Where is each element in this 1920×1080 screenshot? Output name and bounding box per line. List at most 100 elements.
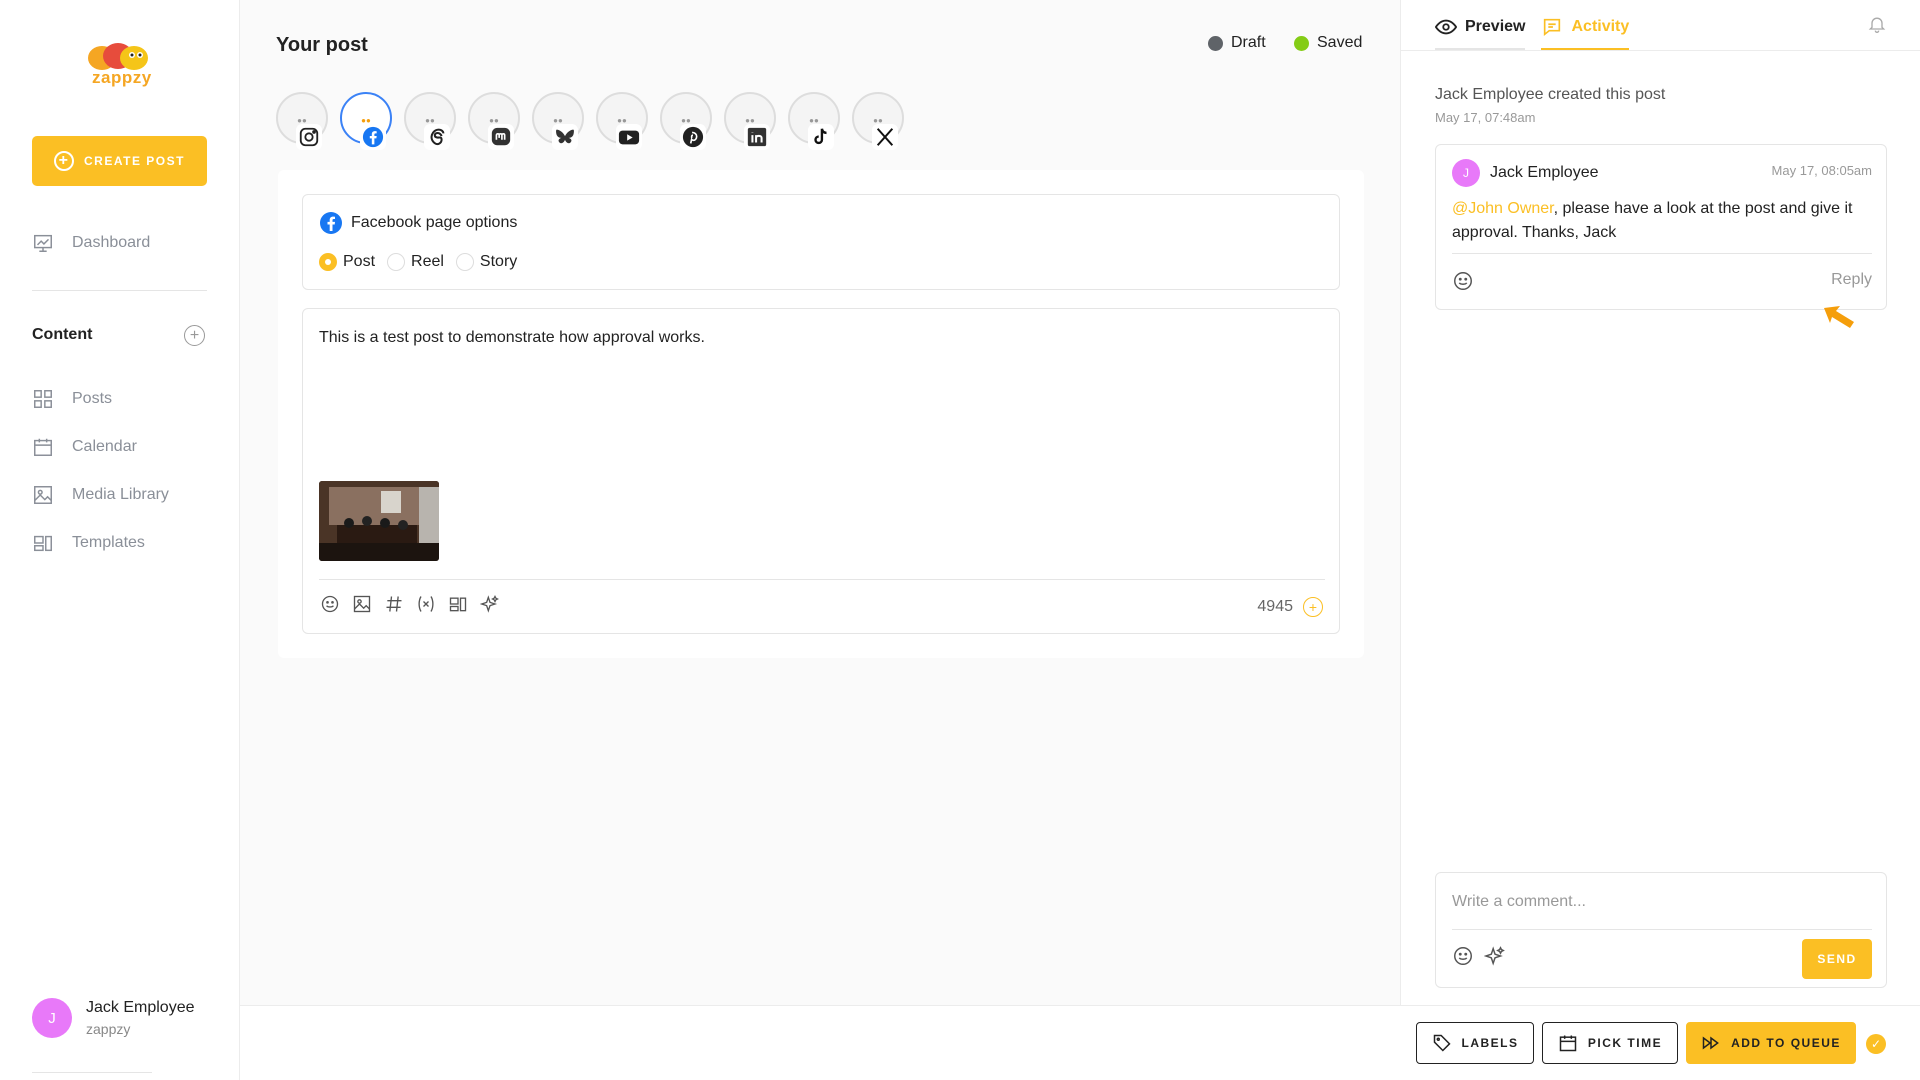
eye-icon [1435, 19, 1457, 35]
channel-mastodon[interactable]: ●● [468, 92, 520, 150]
x-icon [876, 128, 894, 146]
toolbar-divider [319, 579, 1325, 580]
instagram-icon [299, 127, 319, 147]
comment-time: May 17, 08:05am [1771, 163, 1872, 178]
sparkle-ai-icon[interactable] [1484, 945, 1506, 967]
user-name: Jack Employee [86, 999, 195, 1016]
editor-toolbar [319, 593, 501, 615]
variable-icon[interactable] [415, 593, 437, 615]
radio-indicator [387, 253, 406, 271]
labels-button[interactable]: LABELS [1416, 1022, 1534, 1064]
comment-author: Jack Employee [1490, 164, 1599, 181]
sidebar-item-label: Media Library [72, 486, 169, 503]
sidebar-item-posts[interactable]: Posts [32, 388, 112, 410]
sidebar-item-calendar[interactable]: Calendar [32, 436, 137, 458]
youtube-badge [616, 124, 642, 150]
youtube-icon [618, 130, 640, 145]
dashboard-icon [34, 234, 52, 252]
plus-icon: + [54, 151, 75, 171]
facebook-page-options: Facebook page options Post Reel Story [302, 194, 1340, 290]
radio-label: Reel [411, 253, 444, 270]
sidebar: zappzy + CREATE POST Dashboard Content +… [0, 0, 240, 1080]
emoji-icon[interactable] [1452, 270, 1474, 292]
facebook-icon [320, 212, 342, 234]
tab-label: Preview [1465, 18, 1526, 35]
add-to-queue-button[interactable]: ADD TO QUEUE [1686, 1022, 1856, 1064]
saved-dot-icon [1294, 35, 1309, 51]
sidebar-item-dashboard[interactable]: Dashboard [32, 232, 150, 254]
channel-threads[interactable]: ●● [404, 92, 456, 150]
tiktok-icon [814, 128, 827, 145]
bell-icon[interactable] [1867, 14, 1887, 34]
bluesky-icon [556, 129, 574, 144]
composer-divider [1452, 929, 1872, 930]
status-label: Saved [1317, 34, 1363, 51]
sidebar-item-templates[interactable]: Templates [32, 532, 145, 554]
post-editor-card: Facebook page options Post Reel Story Th… [278, 170, 1364, 658]
bluesky-badge [552, 124, 578, 150]
pointer-arrow-icon [1824, 306, 1854, 328]
channel-tiktok[interactable]: ●● [788, 92, 840, 150]
pick-time-button[interactable]: PICK TIME [1542, 1022, 1678, 1064]
status-saved: Saved [1294, 34, 1362, 52]
comment-icon [1544, 18, 1561, 37]
channel-youtube[interactable]: ●● [596, 92, 648, 150]
status-draft: Draft [1208, 34, 1266, 52]
fast-forward-icon [1702, 1036, 1720, 1050]
create-post-button[interactable]: + CREATE POST [32, 136, 207, 186]
sidebar-item-label: Templates [72, 534, 145, 551]
comment-input[interactable] [1452, 887, 1872, 917]
channel-facebook[interactable]: ●● [340, 92, 392, 150]
user-profile[interactable]: J Jack Employee zappzy [32, 998, 195, 1038]
tab-activity[interactable]: Activity [1541, 16, 1630, 50]
comment-divider [1452, 253, 1872, 254]
radio-story[interactable]: Story [455, 253, 517, 271]
channel-x[interactable]: ●● [852, 92, 904, 150]
reply-button[interactable]: Reply [1831, 271, 1872, 289]
comment-composer: SEND [1435, 872, 1887, 988]
channel-instagram[interactable]: ●● [276, 92, 328, 150]
page-title: Your post [276, 34, 368, 56]
image-icon[interactable] [351, 593, 373, 615]
mention-link[interactable]: @John Owner [1452, 200, 1554, 217]
sidebar-divider [32, 290, 207, 291]
tab-preview[interactable]: Preview [1435, 16, 1526, 50]
status-label: Draft [1231, 34, 1266, 51]
emoji-icon[interactable] [319, 593, 341, 615]
sparkle-ai-icon[interactable] [479, 593, 501, 615]
sidebar-item-label: Dashboard [72, 234, 151, 251]
check-icon: ✓ [1866, 1034, 1886, 1054]
x-badge [872, 124, 898, 150]
content-section-title: Content [32, 326, 93, 343]
channel-selector: ●● ●● ●● ●● ●● ●● ●● ●● ●● ●● [276, 92, 904, 150]
send-button[interactable]: SEND [1802, 939, 1872, 979]
labels-label: LABELS [1461, 1036, 1519, 1050]
tabs-divider [1401, 50, 1920, 51]
sidebar-bottom-divider [32, 1072, 152, 1073]
tag-icon [1433, 1034, 1451, 1052]
post-text[interactable]: This is a test post to demonstrate how a… [319, 329, 705, 347]
channel-linkedin[interactable]: ●● [724, 92, 776, 150]
mastodon-badge [488, 124, 514, 150]
radio-reel[interactable]: Reel [387, 253, 444, 271]
channel-bluesky[interactable]: ●● [532, 92, 584, 150]
post-text-editor[interactable]: This is a test post to demonstrate how a… [302, 308, 1340, 634]
channel-pinterest[interactable]: ●● [660, 92, 712, 150]
char-count: 4945 [1257, 598, 1293, 615]
hashtag-icon[interactable] [383, 593, 405, 615]
draft-dot-icon [1208, 35, 1223, 51]
bottom-action-bar: LABELS PICK TIME ADD TO QUEUE ✓ [240, 1005, 1920, 1080]
radio-post[interactable]: Post [319, 253, 375, 271]
facebook-options-title: Facebook page options [351, 214, 518, 231]
comment-body: @John Owner, please have a look at the p… [1452, 197, 1872, 245]
add-to-queue-label: ADD TO QUEUE [1731, 1036, 1841, 1050]
user-org: zappzy [86, 1021, 131, 1037]
add-content-button[interactable]: + [184, 325, 205, 346]
templates-icon[interactable] [447, 593, 469, 615]
emoji-icon[interactable] [1452, 945, 1474, 967]
sidebar-item-media-library[interactable]: Media Library [32, 484, 169, 506]
calendar-icon [34, 438, 52, 456]
threads-icon [430, 128, 445, 146]
add-icon[interactable]: + [1303, 597, 1323, 617]
attached-image-thumbnail[interactable] [319, 481, 439, 561]
